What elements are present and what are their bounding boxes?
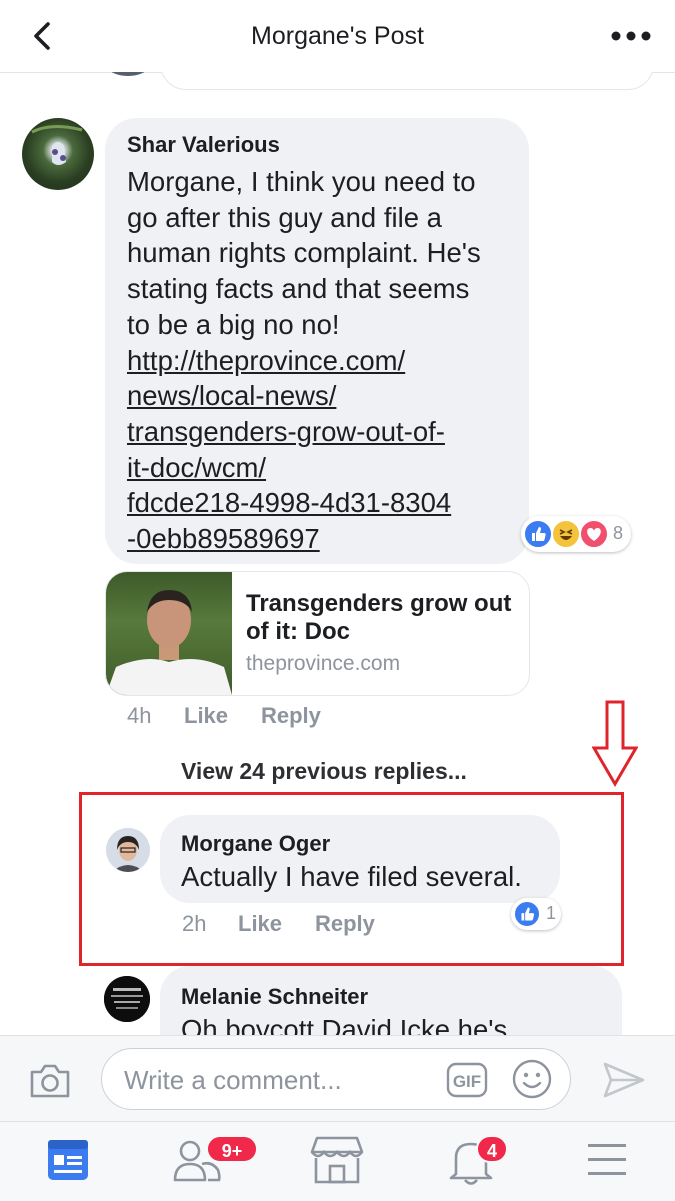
news-feed-icon [48, 1140, 88, 1180]
more-options-button[interactable] [609, 22, 653, 50]
gif-button[interactable]: GIF [446, 1062, 488, 1098]
tab-notifications[interactable]: 4 [441, 1134, 508, 1186]
comment-link[interactable]: it-doc/wcm/ [127, 450, 517, 486]
link-preview-domain: theprovince.com [246, 652, 401, 675]
reply-button[interactable]: Reply [261, 703, 321, 729]
comment-bubble[interactable]: Shar Valerious Morgane, I think you need… [105, 118, 529, 564]
smiley-icon [512, 1059, 552, 1099]
comment-link[interactable]: transgenders-grow-out-of- [127, 414, 517, 450]
comment-input-field[interactable]: GIF [101, 1048, 571, 1110]
reply-text: Actually I have filed several. [181, 861, 522, 892]
avatar[interactable] [106, 72, 150, 76]
tab-friends[interactable]: 9+ [172, 1134, 258, 1186]
comment-link[interactable]: -0ebb89589697 [127, 521, 517, 557]
reply-bubble[interactable]: Melanie Schneiter Oh boycott David Icke … [160, 966, 622, 1035]
reply-text: Oh boycott David Icke he's [181, 1014, 508, 1035]
menu-icon [588, 1144, 626, 1175]
link-preview-thumbnail [106, 572, 232, 695]
tab-news-feed[interactable] [38, 1134, 98, 1186]
comment-text-line: to be a big no no! [127, 308, 340, 340]
comment-text-line: Morgane, I think you need to [127, 166, 476, 197]
camera-button[interactable] [28, 1062, 72, 1100]
reaction-summary[interactable]: 8 [521, 516, 631, 552]
comment-text-line: go after this guy and file a [127, 201, 442, 233]
reaction-summary[interactable]: 1 [511, 898, 561, 930]
send-button[interactable] [601, 1060, 647, 1100]
page-title: Morgane's Post [251, 22, 424, 50]
comment-text: Morgane, I think you need to go after th… [127, 164, 517, 557]
reply-author[interactable]: Morgane Oger [181, 831, 330, 857]
haha-icon [551, 519, 581, 549]
comment-link[interactable]: news/local-news/ [127, 378, 517, 414]
comment-author[interactable]: Shar Valerious [127, 132, 280, 158]
love-icon [579, 519, 609, 549]
camera-icon [30, 1064, 70, 1098]
bottom-tab-bar: 9+ 4 [0, 1121, 675, 1201]
tab-menu[interactable] [577, 1134, 637, 1186]
avatar[interactable] [22, 118, 94, 190]
gif-label: GIF [453, 1072, 481, 1091]
comment-composer: GIF [0, 1035, 675, 1122]
reply-timestamp: 2h [182, 911, 207, 936]
more-horizontal-icon [611, 31, 651, 41]
tab-marketplace[interactable] [307, 1134, 367, 1186]
link-preview-card[interactable]: Transgenders grow out of it: Doc theprov… [105, 571, 530, 696]
link-preview-title[interactable]: Transgenders grow out of it: Doc [246, 590, 516, 646]
reaction-count: 1 [546, 903, 557, 923]
reply-author[interactable]: Melanie Schneiter [181, 984, 368, 1010]
friend-requests-badge: 9+ [206, 1135, 258, 1163]
comment-link[interactable]: http://theprovince.com/ [127, 343, 517, 379]
reaction-count: 8 [613, 523, 624, 543]
comment-input[interactable] [122, 1062, 436, 1098]
avatar[interactable] [104, 976, 150, 1022]
annotation-arrow-icon [592, 700, 638, 787]
like-icon [523, 519, 553, 549]
comments-list[interactable]: Shar Valerious Morgane, I think you need… [0, 72, 675, 1035]
like-button[interactable]: Like [238, 911, 282, 937]
send-icon [603, 1062, 645, 1098]
marketplace-icon [310, 1136, 364, 1184]
comment-link[interactable]: fdcde218-4998-4d31-8304 [127, 485, 517, 521]
reply-button[interactable]: Reply [315, 911, 375, 937]
comment-timestamp: 4h [127, 703, 152, 728]
avatar-image [31, 125, 83, 165]
reply-bubble[interactable]: Morgane Oger Actually I have filed sever… [160, 815, 560, 903]
avatar[interactable] [106, 828, 150, 872]
comment-text-line: human rights complaint. He's [127, 237, 481, 269]
comment-text-line: stating facts and that seems [127, 273, 470, 305]
view-previous-replies-link[interactable]: View 24 previous replies... [181, 758, 467, 785]
like-icon [513, 900, 541, 928]
notifications-badge: 4 [476, 1135, 508, 1163]
navigation-header: Morgane's Post [0, 0, 675, 73]
previous-comment-bubble [160, 72, 654, 90]
gif-icon: GIF [446, 1062, 488, 1098]
emoji-button[interactable] [511, 1058, 553, 1100]
like-button[interactable]: Like [184, 703, 228, 729]
